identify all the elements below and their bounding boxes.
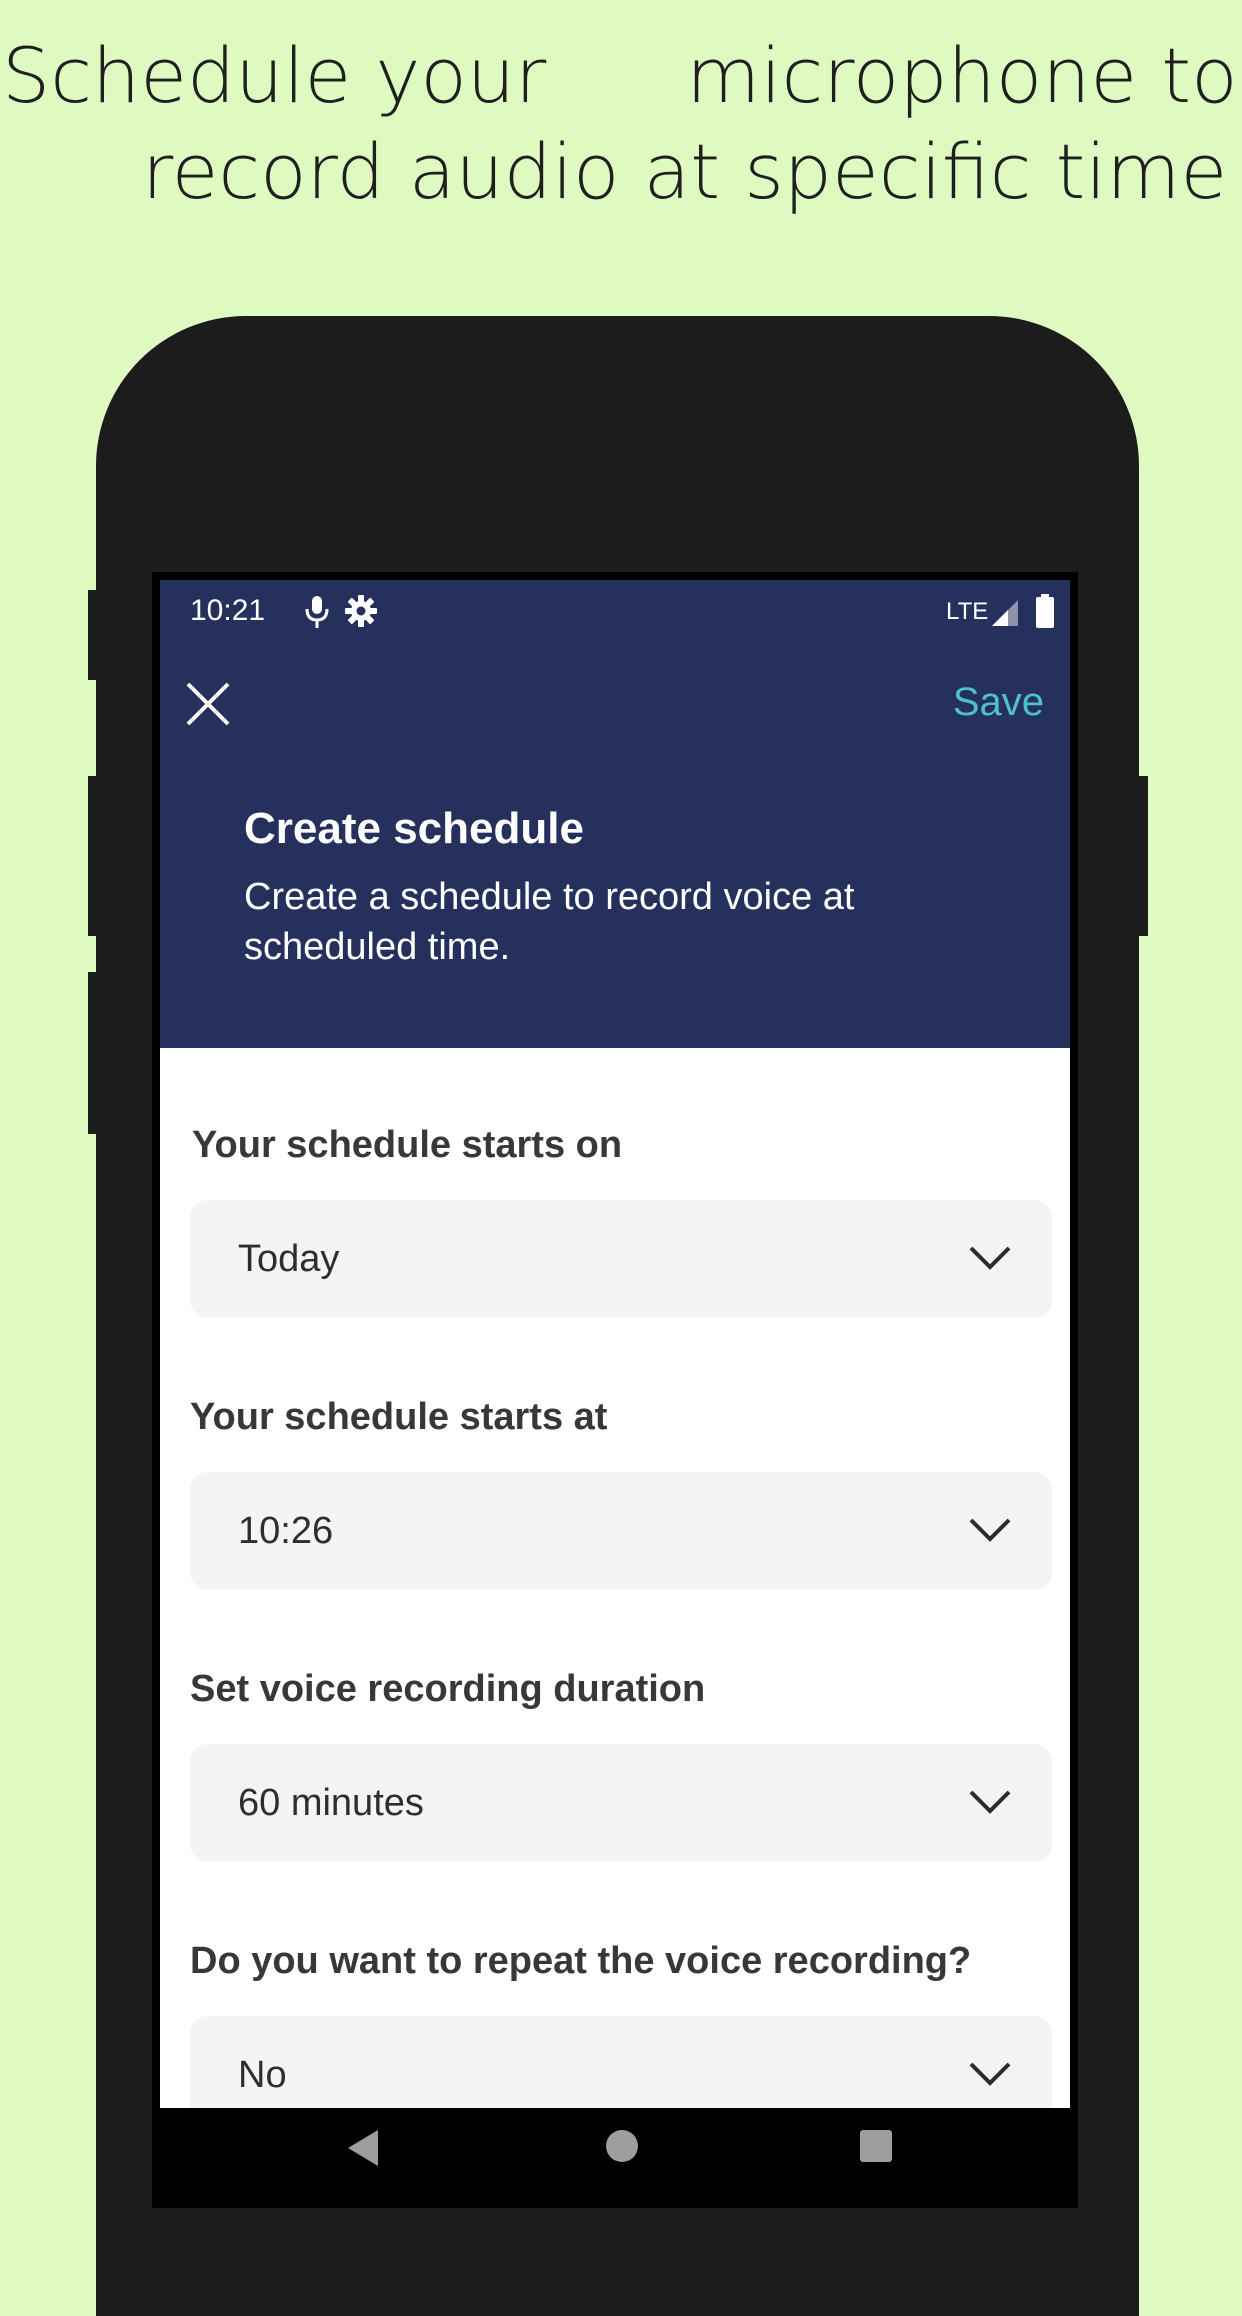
status-time: 10:21: [190, 594, 266, 627]
page-title: Create schedule: [244, 804, 584, 853]
back-icon[interactable]: [344, 2128, 384, 2168]
promo-line-1a: Schedule your: [2, 31, 547, 120]
gear-icon: [345, 595, 377, 627]
navigation-bar: [152, 2108, 1078, 2208]
repeat-dropdown[interactable]: No: [190, 2016, 1052, 2108]
chevron-down-icon: [969, 2062, 1011, 2086]
promo-line-1b: microphone to: [686, 31, 1238, 120]
repeat-label: Do you want to repeat the voice recordin…: [190, 1940, 972, 1982]
recent-apps-icon[interactable]: [858, 2128, 894, 2164]
promo-line-2: record audio at specific time: [142, 127, 1228, 216]
start-date-label: Your schedule starts on: [192, 1124, 623, 1166]
chevron-down-icon: [969, 1518, 1011, 1542]
status-bar: 10:21 LTE: [160, 580, 1070, 652]
close-icon[interactable]: [180, 676, 236, 732]
battery-icon: [1036, 594, 1054, 628]
app-header: 10:21 LTE Save Create schedule Create a …: [160, 580, 1070, 1048]
schedule-form: Your schedule starts on Today Your sched…: [160, 1048, 1070, 2108]
start-date-dropdown[interactable]: Today: [190, 1200, 1052, 1318]
signal-icon: [992, 600, 1018, 626]
chevron-down-icon: [969, 1790, 1011, 1814]
start-date-value: Today: [238, 1238, 340, 1280]
start-time-dropdown[interactable]: 10:26: [190, 1472, 1052, 1590]
phone-screen: 10:21 LTE Save Create schedule Create a …: [152, 572, 1078, 2208]
promo-line-1: Schedule your microphone to: [2, 28, 1238, 124]
start-time-value: 10:26: [238, 1510, 334, 1552]
start-time-label: Your schedule starts at: [190, 1396, 608, 1438]
duration-dropdown[interactable]: 60 minutes: [190, 1744, 1052, 1862]
network-label: LTE: [946, 598, 989, 625]
duration-value: 60 minutes: [238, 1782, 424, 1824]
save-button[interactable]: Save: [953, 680, 1044, 725]
home-icon[interactable]: [604, 2128, 640, 2164]
repeat-value: No: [238, 2054, 287, 2096]
duration-label: Set voice recording duration: [190, 1668, 706, 1710]
microphone-icon: [305, 596, 329, 628]
chevron-down-icon: [969, 1246, 1011, 1270]
page-subtitle: Create a schedule to record voice at sch…: [244, 876, 855, 968]
